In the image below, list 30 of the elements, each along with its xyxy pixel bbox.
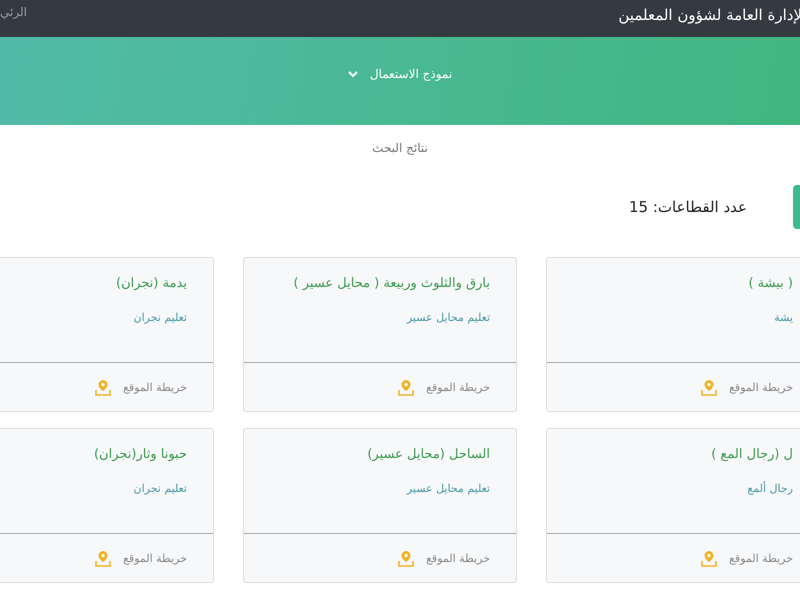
card-subtitle: يشة: [773, 311, 793, 324]
section-title: نتائج البحث: [371, 141, 429, 155]
site-map-link[interactable]: خريطة الموقع: [123, 552, 187, 564]
card-title: حبونا وثار(نجران): [92, 447, 187, 462]
site-map-link[interactable]: خريطة الموقع: [123, 380, 187, 394]
card-title: ل (رجال المع ): [710, 447, 793, 462]
location-pin-icon: [398, 550, 414, 566]
home-link[interactable]: الرئي: [0, 4, 27, 32]
location-pin-icon: [95, 378, 112, 396]
location-pin-icon: [95, 550, 112, 566]
card-title: بارق والثلوث وربيعة ( محايل عسير ): [292, 276, 490, 291]
card-subtitle: تعليم محايل عسير: [405, 482, 490, 495]
site-map-link[interactable]: خريطة الموقع: [426, 380, 490, 394]
card-subtitle: تعليم نجران: [132, 482, 187, 495]
site-map-link[interactable]: خريطة الموقع: [729, 380, 793, 394]
card-subtitle: رجال ألمع: [746, 482, 793, 495]
card-subtitle: تعليم نجران: [132, 311, 187, 324]
site-map-link[interactable]: خريطة الموقع: [426, 552, 490, 564]
side-tab[interactable]: [793, 185, 800, 229]
card-title: ( بيشة ): [747, 276, 793, 291]
card-title: الساحل (محايل عسير): [366, 447, 490, 462]
card-title: يدمة (نجران): [115, 276, 187, 291]
site-map-link[interactable]: خريطة الموقع: [729, 552, 793, 564]
sector-count: عدد القطاعات: 15: [628, 198, 747, 216]
location-pin-icon: [701, 550, 718, 566]
caret-icon: [348, 70, 358, 78]
location-pin-icon: [398, 378, 414, 396]
location-pin-icon: [701, 378, 718, 396]
card-subtitle: تعليم محايل عسير: [405, 311, 490, 324]
form-dropdown[interactable]: نموذج الاستعمال: [340, 63, 460, 85]
